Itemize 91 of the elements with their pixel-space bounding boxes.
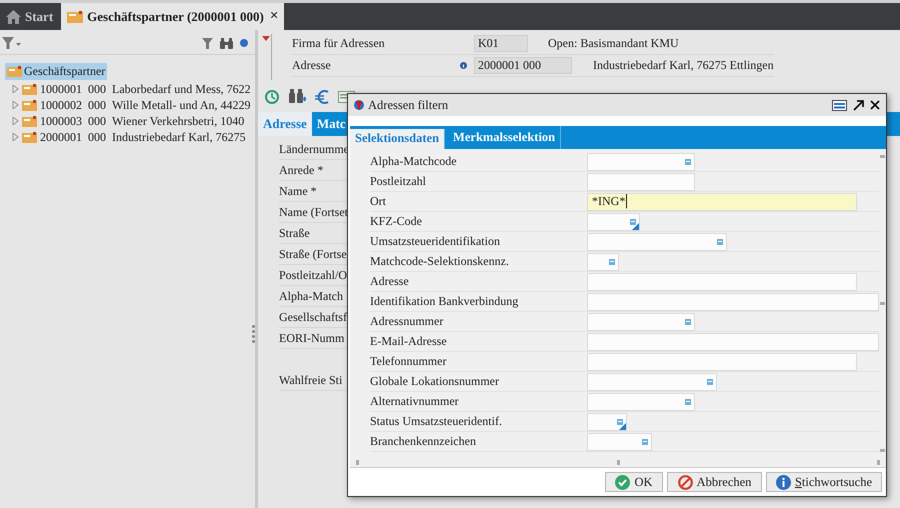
- expander-icon[interactable]: [12, 133, 19, 141]
- filter-icon[interactable]: [202, 38, 213, 48]
- field-label: Branchenkennzeichen: [370, 434, 477, 449]
- field-label: Adressnummer: [370, 314, 444, 329]
- info-icon: [460, 62, 467, 69]
- tree-item[interactable]: 2000001 000 Industriebedarf Karl, 76275: [40, 130, 246, 144]
- input-field[interactable]: [587, 392, 695, 410]
- check-icon: [615, 474, 630, 490]
- value-field: 2000001 000: [474, 57, 572, 74]
- expander-icon[interactable]: [12, 117, 19, 125]
- caret-icon[interactable]: [262, 36, 270, 41]
- input-field[interactable]: [587, 372, 717, 390]
- tab[interactable]: Start: [0, 3, 60, 30]
- lookup-icon[interactable]: [685, 318, 691, 324]
- maximize-icon[interactable]: [853, 100, 864, 110]
- tree-item[interactable]: Geschäftspartner: [5, 63, 108, 80]
- info-icon: [776, 474, 791, 490]
- folder-icon: [22, 100, 37, 110]
- splitter-handle[interactable]: [252, 325, 255, 343]
- value-field: K01: [474, 35, 528, 52]
- euro-icon[interactable]: [315, 88, 329, 104]
- field-description: Industriebedarf Karl, 76275 Ettlingen: [593, 58, 774, 73]
- lookup-icon[interactable]: [707, 378, 713, 384]
- input-field[interactable]: [587, 252, 619, 270]
- field-label: Ort: [370, 194, 387, 209]
- binoculars-icon[interactable]: [289, 89, 306, 104]
- folder-icon: [22, 84, 37, 94]
- folder-icon: [7, 66, 22, 77]
- lookup-icon[interactable]: [685, 158, 691, 164]
- field-label: Postleitzahl: [370, 174, 427, 189]
- dialog-button[interactable]: OK: [605, 472, 663, 492]
- field-label: Matchcode-Selektionskennz.: [370, 254, 510, 269]
- close-icon[interactable]: ×: [270, 8, 278, 25]
- field-label: Adresse: [292, 58, 332, 73]
- lookup-icon[interactable]: [642, 438, 648, 444]
- dot-icon[interactable]: [240, 39, 248, 47]
- field-label: E-Mail-Adresse: [370, 334, 448, 349]
- expander-icon[interactable]: [12, 85, 19, 93]
- tab[interactable]: Matc: [312, 112, 351, 136]
- tree-item[interactable]: 1000001 000 Laborbedarf und Mess, 7622: [40, 82, 251, 96]
- input-field[interactable]: [587, 172, 695, 190]
- field-label: Firma für Adressen: [292, 36, 386, 51]
- field-label: Alpha-Matchcode: [370, 154, 458, 169]
- input-field[interactable]: [587, 432, 652, 450]
- dropdown-icon[interactable]: [619, 422, 626, 430]
- tree-item[interactable]: 1000002 000 Wille Metall- und An, 44229: [40, 98, 250, 112]
- dialog-title: Adressen filtern: [368, 98, 448, 112]
- input-field[interactable]: [587, 152, 695, 170]
- history-icon[interactable]: [264, 88, 280, 104]
- input-field[interactable]: [587, 232, 727, 250]
- lookup-icon[interactable]: [609, 258, 615, 264]
- tab[interactable]: Selektionsdaten: [350, 129, 446, 149]
- folder-icon: [67, 10, 84, 22]
- tree-item[interactable]: 1000003 000 Wiener Verkehrsbetri, 1040: [40, 114, 244, 128]
- input-field[interactable]: *ING*: [587, 192, 857, 210]
- dropdown-icon[interactable]: [632, 222, 639, 230]
- folder-icon: [22, 116, 37, 126]
- input-field[interactable]: [587, 352, 857, 370]
- close-icon[interactable]: [870, 100, 880, 110]
- home-icon: [6, 10, 21, 24]
- tab[interactable]: Geschäftspartner (2000001 000) ×: [61, 3, 284, 30]
- expander-icon[interactable]: [12, 101, 19, 109]
- field-label: Status Umsatzsteueridentif.: [370, 414, 503, 429]
- input-field[interactable]: [587, 412, 627, 430]
- dialog-button[interactable]: Stichwortsuche: [766, 472, 882, 492]
- input-field[interactable]: [587, 292, 879, 310]
- field-label: Identifikation Bankverbindung: [370, 294, 520, 309]
- binoculars-icon[interactable]: [220, 38, 233, 48]
- field-label: Telefonnummer: [370, 354, 448, 369]
- field-label: Umsatzsteueridentifikation: [370, 234, 501, 249]
- lookup-icon[interactable]: [630, 218, 636, 224]
- field-label: Alternativnummer: [370, 394, 460, 409]
- input-field[interactable]: [587, 212, 640, 230]
- field-label: Globale Lokationsnummer: [370, 374, 500, 389]
- field-description: Open: Basismandant KMU: [548, 36, 679, 51]
- scrollbar[interactable]: [350, 458, 886, 468]
- field-label: Adresse: [370, 274, 410, 289]
- lookup-icon[interactable]: [685, 398, 691, 404]
- input-field[interactable]: [587, 272, 857, 290]
- filter-icon[interactable]: [2, 37, 22, 49]
- lookup-icon[interactable]: [717, 238, 723, 244]
- tab[interactable]: Adresse: [258, 112, 312, 136]
- lookup-icon[interactable]: [617, 418, 623, 424]
- dialog-button[interactable]: Abbrechen: [667, 472, 762, 492]
- filter-icon: [353, 99, 365, 111]
- input-field[interactable]: [587, 332, 879, 350]
- cancel-icon: [678, 474, 693, 490]
- layout-icon[interactable]: [832, 100, 847, 110]
- folder-icon: [22, 132, 37, 142]
- input-field[interactable]: [587, 312, 695, 330]
- field-label: KFZ-Code: [370, 214, 423, 229]
